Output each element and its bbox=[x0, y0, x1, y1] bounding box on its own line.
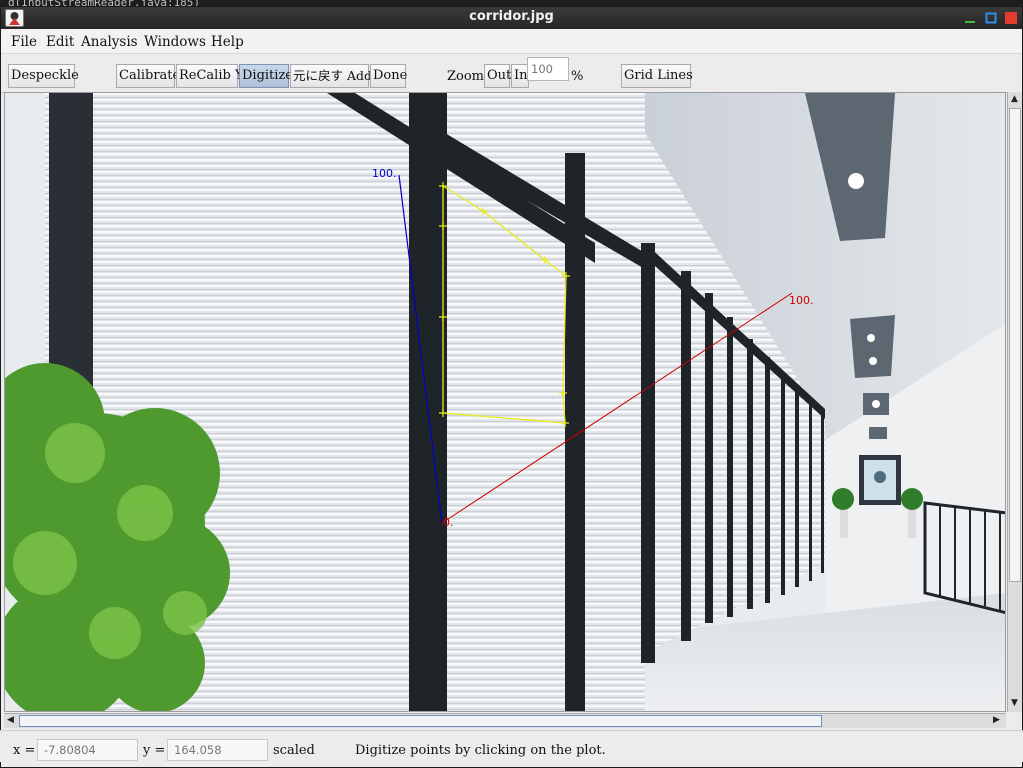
title-bar: corridor.jpg bbox=[1, 7, 1022, 29]
zoom-unit: % bbox=[571, 69, 584, 84]
menu-windows[interactable]: Windows bbox=[144, 34, 206, 50]
add-label: Add bbox=[347, 68, 373, 83]
zoom-input[interactable]: 100 bbox=[527, 57, 569, 81]
maximize-icon[interactable] bbox=[984, 11, 998, 25]
minimize-icon[interactable] bbox=[963, 11, 977, 25]
menu-edit[interactable]: Edit bbox=[46, 34, 74, 50]
undo-label: 元に戻す bbox=[293, 68, 344, 83]
close-icon[interactable] bbox=[1004, 11, 1018, 25]
zoom-out-button[interactable]: Out bbox=[484, 64, 511, 88]
digitize-button[interactable]: Digitize bbox=[239, 64, 293, 88]
menu-help[interactable]: Help bbox=[211, 34, 244, 50]
scroll-left-icon[interactable]: ◀ bbox=[7, 715, 14, 725]
grid-lines-button[interactable]: Grid Lines bbox=[621, 64, 693, 88]
menu-bar: File Edit Analysis Windows Help bbox=[1, 29, 1022, 54]
undo-add-button[interactable]: 元に戻す Add bbox=[290, 64, 373, 88]
vertical-scroll-thumb[interactable] bbox=[1009, 108, 1021, 582]
recalib-y-button[interactable]: ReCalib Y bbox=[176, 64, 244, 88]
vertical-scrollbar[interactable]: ▲ ▼ bbox=[1007, 92, 1022, 712]
y-coordinate-label: y = bbox=[143, 743, 166, 758]
menu-file[interactable]: File bbox=[11, 34, 37, 50]
menu-analysis[interactable]: Analysis bbox=[81, 34, 138, 50]
x-coordinate-field[interactable]: -7.80804 bbox=[37, 739, 138, 761]
toolbar: Despeckle Calibrate ReCalib Y Digitize 元… bbox=[1, 55, 1022, 93]
done-button[interactable]: Done bbox=[370, 64, 407, 88]
horizontal-scroll-thumb[interactable] bbox=[19, 715, 822, 727]
origin-label: 0. bbox=[443, 516, 454, 529]
status-message: Digitize points by clicking on the plot. bbox=[355, 743, 606, 758]
zoom-label: Zoom: bbox=[447, 69, 489, 84]
y-axis-max-label: 100. bbox=[372, 167, 397, 180]
coordinate-mode: scaled bbox=[273, 743, 315, 758]
horizontal-scrollbar[interactable]: ◀ ▶ bbox=[4, 713, 1006, 728]
image-canvas[interactable]: 100. 100. 0. bbox=[4, 92, 1006, 712]
scroll-up-icon[interactable]: ▲ bbox=[1011, 94, 1018, 104]
corridor-image: 100. 100. 0. bbox=[5, 93, 1005, 711]
calibrate-button[interactable]: Calibrate bbox=[116, 64, 180, 88]
scroll-right-icon[interactable]: ▶ bbox=[993, 715, 1000, 725]
x-coordinate-label: x = bbox=[13, 743, 36, 758]
x-axis-max-label: 100. bbox=[789, 294, 814, 307]
window-title: corridor.jpg bbox=[469, 9, 554, 24]
despeckle-button[interactable]: Despeckle bbox=[8, 64, 79, 88]
scroll-down-icon[interactable]: ▼ bbox=[1011, 698, 1018, 708]
status-bar: x = -7.80804 y = 164.058 scaled Digitize… bbox=[0, 730, 1023, 762]
y-coordinate-field[interactable]: 164.058 bbox=[167, 739, 268, 761]
